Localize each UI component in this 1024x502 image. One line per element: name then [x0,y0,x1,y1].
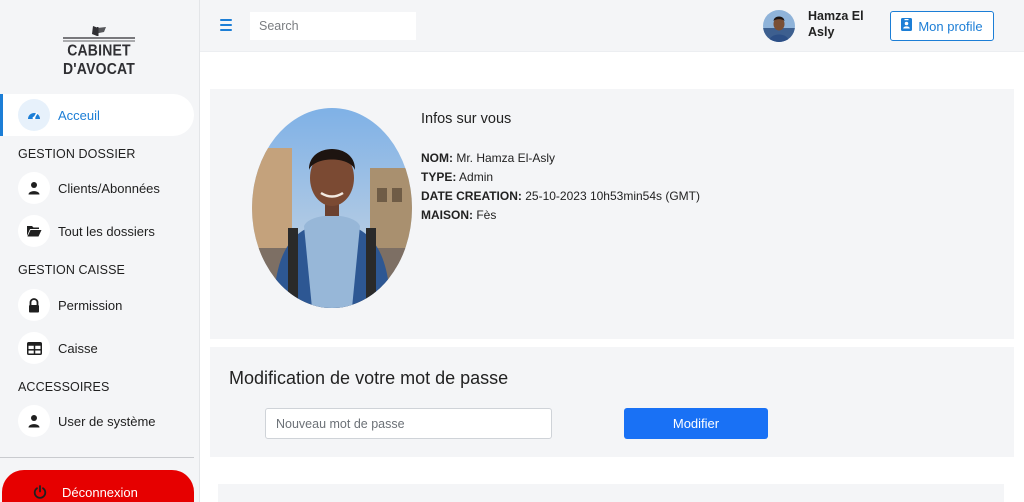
logo-scales-icon [63,26,135,42]
info-value: Admin [459,170,494,184]
search-input[interactable] [250,12,416,40]
sidebar-item-label: Permission [58,297,123,313]
menu-toggle-icon[interactable] [220,19,232,31]
info-row-date-creation: DATE CREATION: 25-10-2023 10h53min54s (G… [421,187,700,206]
sidebar-item-user-systeme[interactable]: User de système [0,400,194,442]
logout-button[interactable]: Déconnexion [2,470,194,502]
id-badge-icon [901,18,913,34]
info-row-maison: MAISON: Fès [421,206,700,225]
table-icon [18,332,50,364]
sidebar-item-label: Acceuil [58,107,100,123]
folder-open-icon [18,215,50,247]
dashboard-gauge-icon [18,99,50,131]
sidebar-item-caisse[interactable]: Caisse [0,327,194,369]
profile-photo [252,108,412,308]
section-label-gestion-caisse: GESTION CAISSE [18,263,125,277]
sidebar-item-label: Clients/Abonnées [58,180,160,196]
logout-label: Déconnexion [62,484,138,500]
logo-text: CABINET D'AVOCAT [62,40,136,78]
user-info-card: Infos sur vous NOM: Mr. Hamza El-Asly TY… [210,89,1014,339]
sidebar-item-permission[interactable]: Permission [0,284,194,326]
user-icon [18,172,50,204]
info-label: NOM: [421,151,453,165]
info-label: MAISON: [421,208,473,222]
info-row-nom: NOM: Mr. Hamza El-Asly [421,149,700,168]
info-value: Fès [476,208,497,222]
sidebar-item-label: Tout les dossiers [58,223,155,239]
sidebar-item-dossiers[interactable]: Tout les dossiers [0,210,194,252]
password-change-card: Modification de votre mot de passe Modif… [210,347,1014,457]
app-logo[interactable]: CABINET D'AVOCAT [36,24,162,77]
power-icon [24,476,56,502]
bottom-card [218,484,1004,502]
sidebar-item-acceuil[interactable]: Acceuil [0,94,194,136]
user-icon [18,405,50,437]
section-label-gestion-dossier: GESTION DOSSIER [18,147,136,161]
user-name: Hamza El Asly [808,9,864,39]
avatar[interactable] [763,10,795,42]
sidebar-item-label: Caisse [58,340,98,356]
modifier-button[interactable]: Modifier [624,408,768,439]
sidebar: CABINET D'AVOCAT Acceuil GESTION DOSSIER… [0,0,200,502]
lock-icon [18,289,50,321]
sidebar-divider [0,457,194,458]
info-row-type: TYPE: Admin [421,168,700,187]
info-value: 25-10-2023 10h53min54s (GMT) [525,189,700,203]
profile-button[interactable]: Mon profile [890,11,994,41]
info-label: TYPE: [421,170,457,184]
profile-button-label: Mon profile [918,18,983,34]
info-value: Mr. Hamza El-Asly [456,151,556,165]
password-section-title: Modification de votre mot de passe [229,368,509,388]
new-password-input[interactable] [265,408,552,439]
info-details: NOM: Mr. Hamza El-Asly TYPE: Admin DATE … [421,149,700,225]
section-label-accessoires: ACCESSOIRES [18,380,110,394]
info-title: Infos sur vous [421,111,512,127]
info-label: DATE CREATION: [421,189,522,203]
sidebar-item-label: User de système [58,413,156,429]
sidebar-item-clients[interactable]: Clients/Abonnées [0,167,194,209]
top-bar: Hamza El Asly Mon profile [200,0,1024,52]
